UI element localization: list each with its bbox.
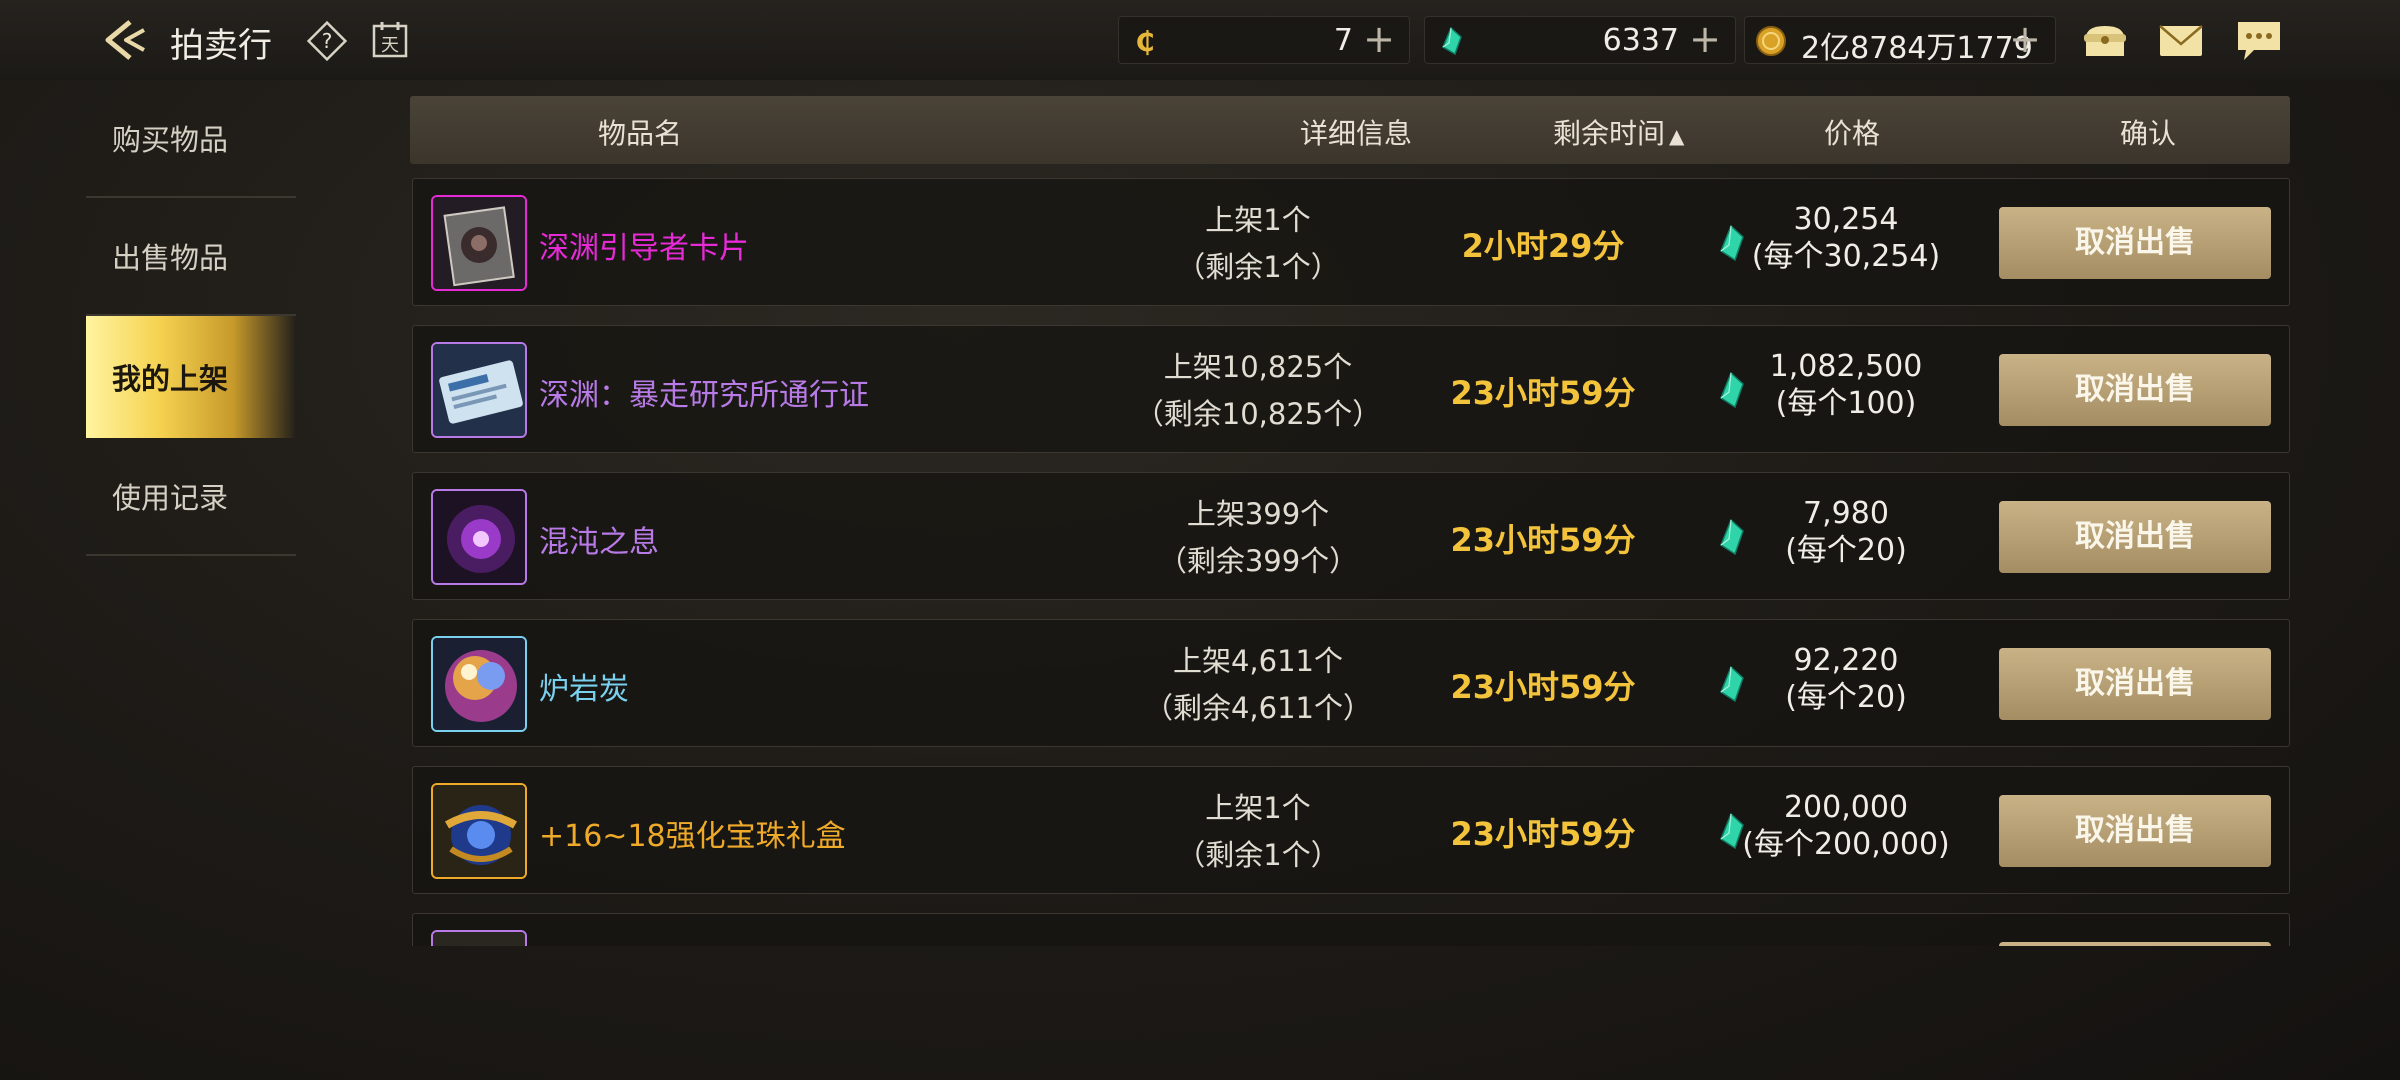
add-currency-button[interactable]: + [1689,19,1721,59]
listing-detail: 上架1个 （剩余1个） [1093,785,1423,879]
price: 1,082,500 (每个100) [1731,348,1961,422]
item-name: 混沌之息 [539,525,659,560]
price: 200,000 (每个200,000) [1731,789,1961,863]
cancel-sale-button[interactable]: 取消出售 [1999,354,2271,426]
listed-count: 上架10,825个 [1163,350,1353,384]
back-arrow-icon[interactable] [100,14,152,66]
remaining-count: （剩余4,611个） [1143,691,1373,725]
remaining-time: 2小时29分 [1461,227,1625,265]
listing-row: 炉岩炭 上架4,611个 （剩余4,611个） 23小时59分 92,220 (… [412,619,2290,747]
item-name: 深渊：暴走研究所通行证 [539,378,869,413]
total-price: 1,082,500 [1769,349,1923,384]
cancel-sale-button[interactable]: 取消出售 [1999,795,2271,867]
sidebar-item-buy[interactable]: 购买物品 [86,80,296,198]
currency-gem: 6337 + [1424,16,1736,64]
price: 92,220 (每个20) [1731,642,1961,716]
treasure-bag-icon[interactable] [2080,16,2130,64]
top-bar: 拍卖行 ? 天 ₵ 7 + 6337 + 2亿8784万1779 + [0,0,2400,80]
remaining-count: （剩余399个） [1157,544,1359,578]
sidebar-item-label: 出售物品 [112,241,229,275]
listed-count: 上架1个 [1205,203,1311,237]
green-gem-icon [1442,26,1462,56]
partial-item-icon[interactable] [431,930,527,946]
page-title: 拍卖行 [170,26,272,66]
sidebar-item-label: 使用记录 [112,481,229,515]
listing-list[interactable]: 深渊引导者卡片 上架1个 （剩余1个） 2小时29分 30,254 (每个30,… [412,178,2290,946]
item-name: +16~18强化宝珠礼盒 [539,819,846,854]
currency-value: 2亿8784万1779 [1801,31,2033,66]
cancel-sale-button[interactable] [1999,942,2271,946]
listing-row [412,913,2290,946]
listing-row: 混沌之息 上架399个 （剩余399个） 23小时59分 7,980 (每个20… [412,472,2290,600]
unit-price: (每个30,254) [1751,239,1941,274]
sidebar-item-label: 我的上架 [112,362,229,396]
currency-value: 6337 [1602,23,1679,58]
listed-count: 上架1个 [1205,791,1311,825]
sidebar-item-sell[interactable]: 出售物品 [86,198,296,316]
svg-text:₵: ₵ [1135,25,1154,57]
table-header: 物品名 详细信息 剩余时间 ▲ 价格 确认 [410,96,2290,164]
sidebar: 购买物品 出售物品 我的上架 使用记录 [86,80,296,556]
total-price: 30,254 [1793,202,1899,237]
lava-coal-icon[interactable] [431,636,527,732]
unit-price: (每个100) [1775,386,1917,421]
sidebar-item-my-listings[interactable]: 我的上架 [86,316,296,438]
cancel-sale-button[interactable]: 取消出售 [1999,501,2271,573]
listed-count: 上架4,611个 [1172,644,1344,678]
orb-giftbox-icon[interactable] [431,783,527,879]
sort-ascending-icon: ▲ [1669,124,1685,148]
listing-detail: 上架1个 （剩余1个） [1093,197,1423,291]
listing-detail: 上架4,611个 （剩余4,611个） [1093,638,1423,732]
unit-price: (每个20) [1785,533,1907,568]
mail-icon[interactable] [2156,16,2206,64]
listing-row: 深渊引导者卡片 上架1个 （剩余1个） 2小时29分 30,254 (每个30,… [412,178,2290,306]
ticket-item-icon[interactable] [431,342,527,438]
total-price: 7,980 [1803,496,1889,531]
c-coin-icon: ₵ [1135,25,1154,57]
gold-coin-icon [1756,26,1786,56]
listing-row: +16~18强化宝珠礼盒 上架1个 （剩余1个） 23小时59分 200,000… [412,766,2290,894]
listing-detail: 上架10,825个 （剩余10,825个） [1093,344,1423,438]
remaining-count: （剩余1个） [1176,838,1340,872]
column-header-detail: 详细信息 [1300,117,1413,150]
help-icon[interactable]: ? [306,20,348,62]
currency-gold: 2亿8784万1779 + [1744,16,2056,66]
column-header-time[interactable]: 剩余时间 ▲ [1553,112,1684,152]
remaining-count: （剩余1个） [1176,250,1340,284]
unit-price: (每个20) [1785,680,1907,715]
sidebar-item-history[interactable]: 使用记录 [86,438,296,556]
currency-c-coin: ₵ 7 + [1118,16,1410,64]
listing-row: 深渊：暴走研究所通行证 上架10,825个 （剩余10,825个） 23小时59… [412,325,2290,453]
item-name: 深渊引导者卡片 [539,231,749,266]
add-currency-button[interactable]: + [1363,19,1395,59]
add-currency-button[interactable]: + [2009,19,2041,59]
cancel-sale-button[interactable]: 取消出售 [1999,207,2271,279]
chaos-breath-icon[interactable] [431,489,527,585]
total-price: 92,220 [1793,643,1899,678]
listing-detail: 上架399个 （剩余399个） [1093,491,1423,585]
remaining-time: 23小时59分 [1450,374,1636,412]
remaining-count: （剩余10,825个） [1134,397,1382,431]
column-header-confirm: 确认 [2120,117,2177,150]
total-price: 200,000 [1783,790,1909,825]
remaining-time: 23小时59分 [1450,668,1636,706]
price: 30,254 (每个30,254) [1731,201,1961,275]
currency-value: 7 [1333,23,1353,58]
item-name: 炉岩炭 [539,672,629,707]
card-item-icon[interactable] [431,195,527,291]
column-header-price: 价格 [1824,117,1881,150]
chat-icon[interactable] [2234,16,2284,64]
unit-price: (每个200,000) [1742,827,1950,862]
remaining-time: 23小时59分 [1450,521,1636,559]
calendar-icon[interactable]: 天 [370,20,410,60]
price: 7,980 (每个20) [1731,495,1961,569]
sidebar-item-label: 购买物品 [112,123,229,157]
remaining-time: 23小时59分 [1450,815,1636,853]
svg-text:?: ? [322,29,333,53]
cancel-sale-button[interactable]: 取消出售 [1999,648,2271,720]
column-header-name: 物品名 [598,117,683,150]
listed-count: 上架399个 [1186,497,1330,531]
column-header-time-label: 剩余时间 [1553,117,1666,150]
svg-text:天: 天 [381,35,399,56]
